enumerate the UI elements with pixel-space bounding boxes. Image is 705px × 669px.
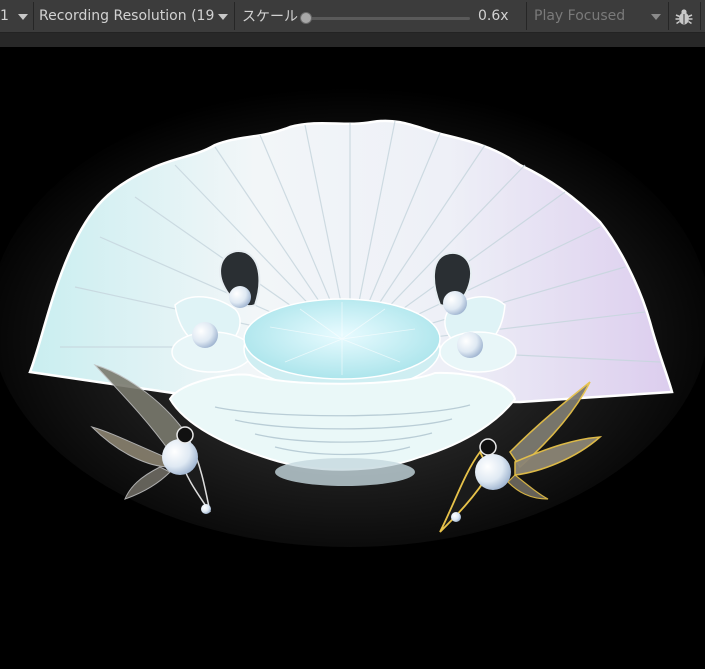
display-chevron-down-icon[interactable] <box>18 14 28 20</box>
resolution-chevron-down-icon[interactable] <box>218 14 228 20</box>
toolbar-divider <box>33 2 34 30</box>
play-mode-chevron-down-icon[interactable] <box>651 14 661 20</box>
bug-icon[interactable] <box>674 7 694 27</box>
scale-value: 0.6x <box>478 8 509 24</box>
toolbar-divider <box>700 2 701 30</box>
resolution-dropdown[interactable]: Recording Resolution (19 <box>39 4 217 28</box>
scale-slider-track[interactable] <box>305 17 470 20</box>
display-label: 1 <box>0 8 9 24</box>
game-viewport[interactable] <box>0 47 705 665</box>
shell-render-illustration <box>0 87 705 547</box>
scale-slider-thumb[interactable] <box>300 12 312 24</box>
toolbar-divider <box>526 2 527 30</box>
play-mode-dropdown[interactable]: Play Focused <box>534 4 644 28</box>
scale-label: スケール <box>242 9 298 25</box>
toolbar-bottom-strip <box>0 33 705 47</box>
toolbar-divider <box>668 2 669 30</box>
play-mode-label: Play Focused <box>534 8 626 24</box>
toolbar-divider <box>234 2 235 30</box>
bowl-base <box>275 458 415 486</box>
display-dropdown[interactable]: 1 <box>0 4 14 28</box>
game-view-toolbar: 1 Recording Resolution (19 スケール 0.6x Pla… <box>0 0 705 33</box>
resolution-label: Recording Resolution (19 <box>39 8 215 24</box>
